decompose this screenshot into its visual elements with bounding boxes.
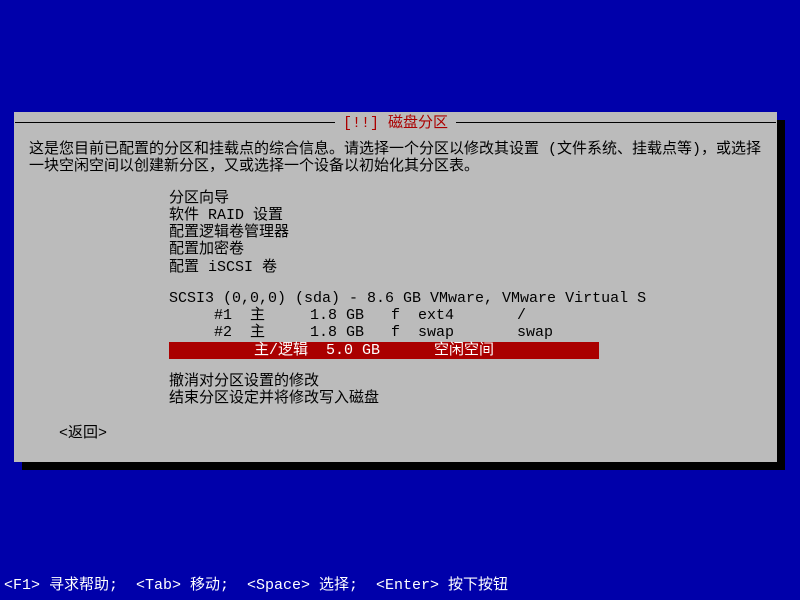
menu-lvm[interactable]: 配置逻辑卷管理器 <box>169 224 762 241</box>
footer-help: <F1> 寻求帮助; <Tab> 移动; <Space> 选择; <Enter>… <box>4 573 508 594</box>
action-block: 撤消对分区设置的修改 结束分区设定并将修改写入磁盘 <box>169 373 762 408</box>
dialog-title: [!!] 磁盘分区 <box>335 111 456 132</box>
menu-raid[interactable]: 软件 RAID 设置 <box>169 207 762 224</box>
menu-guided-partitioning[interactable]: 分区向导 <box>169 190 762 207</box>
dialog-title-bar: [!!] 磁盘分区 <box>15 113 776 129</box>
partition-2[interactable]: #2 主 1.8 GB f swap swap <box>169 324 762 341</box>
partition-1[interactable]: #1 主 1.8 GB f ext4 / <box>169 307 762 324</box>
dialog-body: 这是您目前已配置的分区和挂载点的综合信息。请选择一个分区以修改其设置 (文件系统… <box>29 141 762 442</box>
back-button[interactable]: <返回> <box>59 421 762 442</box>
menu-iscsi[interactable]: 配置 iSCSI 卷 <box>169 259 762 276</box>
title-border <box>15 122 335 123</box>
undo-changes[interactable]: 撤消对分区设置的修改 <box>169 373 762 390</box>
finish-partitioning[interactable]: 结束分区设定并将修改写入磁盘 <box>169 390 762 407</box>
title-border <box>456 122 776 123</box>
disk-header[interactable]: SCSI3 (0,0,0) (sda) - 8.6 GB VMware, VMw… <box>169 290 762 307</box>
intro-text: 这是您目前已配置的分区和挂载点的综合信息。请选择一个分区以修改其设置 (文件系统… <box>29 141 762 176</box>
menu-encrypted[interactable]: 配置加密卷 <box>169 241 762 258</box>
disk-block: SCSI3 (0,0,0) (sda) - 8.6 GB VMware, VMw… <box>169 290 762 359</box>
partition-dialog: [!!] 磁盘分区 这是您目前已配置的分区和挂载点的综合信息。请选择一个分区以修… <box>14 112 777 462</box>
menu-block: 分区向导 软件 RAID 设置 配置逻辑卷管理器 配置加密卷 配置 iSCSI … <box>169 190 762 276</box>
partition-free-space[interactable]: 主/逻辑 5.0 GB 空闲空间 <box>169 342 599 359</box>
